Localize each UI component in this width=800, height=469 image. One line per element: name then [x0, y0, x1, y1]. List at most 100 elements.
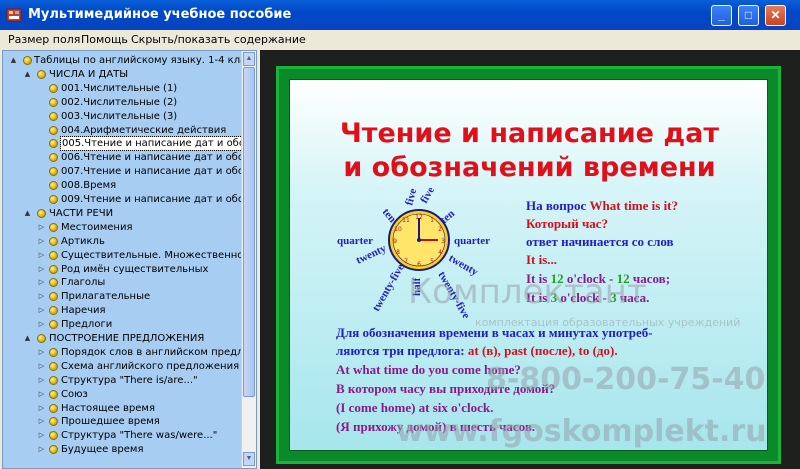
folder-icon [37, 334, 46, 343]
prepositions-line-2: ляются три предлога: at (в), past (после… [336, 343, 618, 359]
tree-item[interactable]: 001.Числительные (1) [3, 82, 241, 95]
preposition-past: past (после), [504, 343, 576, 358]
tree-item[interactable]: ▷ Род имён существительных [3, 263, 241, 276]
tree-section[interactable]: ▲ ЧИСЛА И ДАТЫ [3, 68, 241, 81]
tree-item[interactable]: ▷ Местоимения [3, 221, 241, 234]
tree-item[interactable]: ▷ Глаголы [3, 276, 241, 289]
maximize-button[interactable]: □ [738, 5, 759, 26]
close-button[interactable]: ✕ [765, 5, 786, 26]
tree-item-label: 009.Чтение и написание дат и обозна [61, 194, 242, 205]
tree-section[interactable]: ▲ ЧАСТИ РЕЧИ [3, 207, 241, 220]
page-icon [49, 403, 58, 413]
watermark-tagline: комплектация образовательных учреждений [475, 316, 741, 329]
expand-icon[interactable]: ▷ [37, 292, 46, 301]
page-icon [49, 195, 58, 204]
expand-icon[interactable]: ▷ [37, 223, 46, 232]
tree-item[interactable]: 004.Арифметические действия [3, 124, 241, 137]
page-icon [49, 222, 58, 232]
expand-icon[interactable]: ▷ [37, 390, 46, 399]
preposition-at: at (в), [467, 343, 501, 358]
tree-item[interactable]: 006.Чтение и написание дат и обозна [3, 151, 242, 164]
collapse-icon[interactable]: ▲ [23, 209, 32, 218]
svg-text:5: 5 [430, 258, 434, 265]
tree-item-label: Прилагательные [61, 291, 151, 303]
tree-item[interactable]: ▷ Наречия [3, 304, 241, 317]
tree-item[interactable]: 002.Числительные (2) [3, 96, 241, 109]
expand-icon[interactable]: ▷ [37, 265, 46, 274]
tree-item-label: Структура "There was/were..." [61, 430, 218, 442]
tree-item[interactable]: ▷ Схема английского предложения [3, 360, 241, 373]
clock-word-five-right: five [418, 188, 437, 206]
expand-icon[interactable]: ▷ [37, 445, 46, 454]
page-icon [49, 111, 58, 121]
tree-item[interactable]: 008.Время [3, 179, 241, 192]
tree-item-label: Наречия [61, 305, 106, 317]
tree-item-label: 001.Числительные (1) [61, 82, 178, 94]
tree-item-label: Структура "There is/are..." [61, 374, 198, 386]
tree-item[interactable]: ▷ Прошедшее время [3, 415, 241, 428]
slide-frame: Чтение и написание дат и обозначений вре… [276, 66, 781, 464]
expand-icon[interactable]: ▷ [37, 237, 46, 246]
scroll-up-icon[interactable]: ▲ [243, 52, 255, 66]
watermark-phone: 8-800-200-75-40 [486, 362, 766, 397]
expand-icon[interactable]: ▷ [37, 348, 46, 357]
collapse-icon[interactable]: ▲ [23, 334, 32, 343]
tree-item[interactable]: ▷ Настоящее время [3, 402, 241, 415]
tree-item[interactable]: ▷ Структура "There is/are..." [3, 374, 241, 387]
tree-item[interactable]: ▷ Будущее время [3, 443, 241, 456]
tree-item[interactable]: ▷ Артикль [3, 235, 241, 248]
tree-item-label: Существительные. Множественное ч [61, 249, 242, 261]
title-bar[interactable]: Мультимедийное учебное пособие _ □ ✕ [0, 0, 800, 30]
expand-icon[interactable]: ▷ [37, 431, 46, 440]
folder-icon [23, 56, 32, 65]
expand-icon[interactable]: ▷ [37, 404, 46, 413]
tree-section[interactable]: ▲ ПОСТРОЕНИЕ ПРЕДЛОЖЕНИЯ [3, 332, 241, 345]
tree-item-label: ПОСТРОЕНИЕ ПРЕДЛОЖЕНИЯ [49, 333, 205, 344]
minimize-button[interactable]: _ [711, 5, 732, 26]
page-icon [49, 347, 58, 357]
tree-item[interactable]: ▷ Существительные. Множественное ч [3, 249, 242, 262]
tree-item[interactable]: ▷ Союз [3, 388, 241, 401]
tree-item[interactable]: ▷ Предлоги [3, 318, 241, 331]
expand-icon[interactable]: ▷ [37, 417, 46, 426]
scroll-down-icon[interactable]: ▼ [243, 452, 255, 466]
question-intro: На вопрос [526, 198, 587, 213]
content-area: Чтение и написание дат и обозначений вре… [260, 50, 800, 469]
collapse-icon[interactable]: ▲ [9, 56, 18, 65]
slide-title-line2: и обозначений времени [343, 152, 716, 183]
page-icon [49, 389, 58, 399]
menu-field-size[interactable]: Размер поля [8, 33, 80, 46]
tree-item[interactable]: 007.Чтение и написание дат и обозна [3, 165, 242, 178]
clock-word-twenty-five-left: twenty-five [370, 262, 407, 314]
tree-item-label: Союз [61, 388, 88, 400]
menu-help[interactable]: Помощь [81, 33, 128, 46]
expand-icon[interactable]: ▷ [37, 278, 46, 287]
scroll-thumb[interactable] [243, 67, 255, 397]
tree-item[interactable]: 005.Чтение и написание дат и обозна [3, 136, 242, 152]
expand-icon[interactable]: ▷ [37, 320, 46, 329]
tree-item[interactable]: ▷ Прилагательные [3, 290, 241, 303]
tree-item[interactable]: 003.Числительные (3) [3, 110, 241, 123]
svg-text:6: 6 [417, 261, 421, 268]
menu-toggle-contents[interactable]: Скрыть/показать содержание [131, 33, 306, 46]
page-icon [49, 375, 58, 385]
svg-text:4: 4 [438, 249, 442, 256]
tree-root[interactable]: ▲ Таблицы по английскому языку. 1-4 класс… [3, 54, 242, 67]
expand-icon[interactable]: ▷ [37, 362, 46, 371]
collapse-icon[interactable]: ▲ [23, 70, 32, 79]
tree-scrollbar[interactable]: ▲ ▼ [241, 51, 256, 468]
tree-item[interactable]: ▷ Порядок слов в английском предлож [3, 346, 242, 359]
tree-item-label: Предлоги [61, 319, 113, 331]
menu-bar: Размер поля Помощь Скрыть/показать содер… [0, 30, 800, 49]
svg-text:8: 8 [396, 249, 400, 256]
expand-icon[interactable]: ▷ [37, 306, 46, 315]
tree-item[interactable]: 009.Чтение и написание дат и обозна [3, 193, 242, 206]
expand-icon[interactable]: ▷ [37, 376, 46, 385]
preposition-to: to (до). [578, 343, 618, 358]
page-icon [49, 139, 58, 149]
expand-icon[interactable]: ▷ [37, 251, 46, 260]
tree-item-label: 004.Арифметические действия [61, 124, 227, 136]
contents-tree: ▲Таблицы по английскому языку. 1-4 класс… [2, 50, 257, 469]
tree-item[interactable]: ▷ Структура "There was/were..." [3, 429, 241, 442]
page-icon [49, 250, 58, 260]
